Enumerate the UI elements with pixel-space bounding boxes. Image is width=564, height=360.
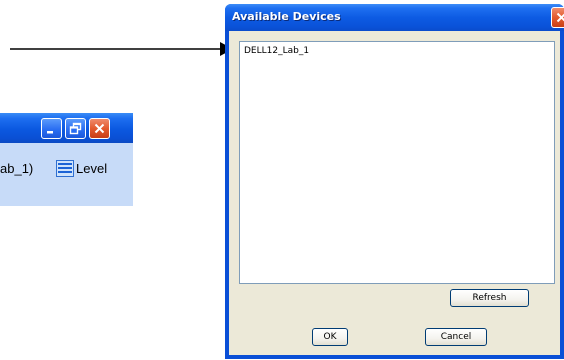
- minimize-icon: [47, 131, 53, 134]
- list-item[interactable]: DELL12_Lab_1: [244, 46, 309, 56]
- device-list[interactable]: DELL12_Lab_1: [239, 41, 555, 284]
- dialog-title: Available Devices: [232, 10, 341, 23]
- close-icon: [94, 123, 105, 134]
- close-button[interactable]: [89, 118, 110, 139]
- device-name-partial: ab_1): [0, 161, 34, 176]
- list-lines-icon: [56, 159, 74, 177]
- refresh-button[interactable]: Refresh: [450, 289, 529, 307]
- restore-button[interactable]: [65, 118, 86, 139]
- background-window-content: ab_1) Level: [0, 143, 133, 206]
- cancel-button[interactable]: Cancel: [425, 328, 487, 346]
- dialog-titlebar[interactable]: Available Devices: [225, 4, 564, 31]
- dialog-body: DELL12_Lab_1 Refresh OK Cancel: [229, 31, 560, 355]
- dialog-frame-edge: [560, 31, 564, 359]
- minimize-button[interactable]: [41, 118, 62, 139]
- available-devices-dialog: Available Devices DELL12_Lab_1 Refresh O…: [225, 4, 564, 359]
- screenshot-stage: ab_1) Level Available Devices DELL12_Lab…: [0, 0, 564, 360]
- ok-button[interactable]: OK: [312, 328, 348, 346]
- background-window: ab_1) Level: [0, 113, 133, 206]
- close-icon: [556, 12, 564, 23]
- background-window-titlebar: [0, 113, 133, 143]
- level-label: Level: [76, 160, 108, 176]
- dialog-close-button[interactable]: [551, 7, 564, 28]
- restore-icon: [69, 122, 82, 135]
- level-button[interactable]: Level: [56, 157, 107, 179]
